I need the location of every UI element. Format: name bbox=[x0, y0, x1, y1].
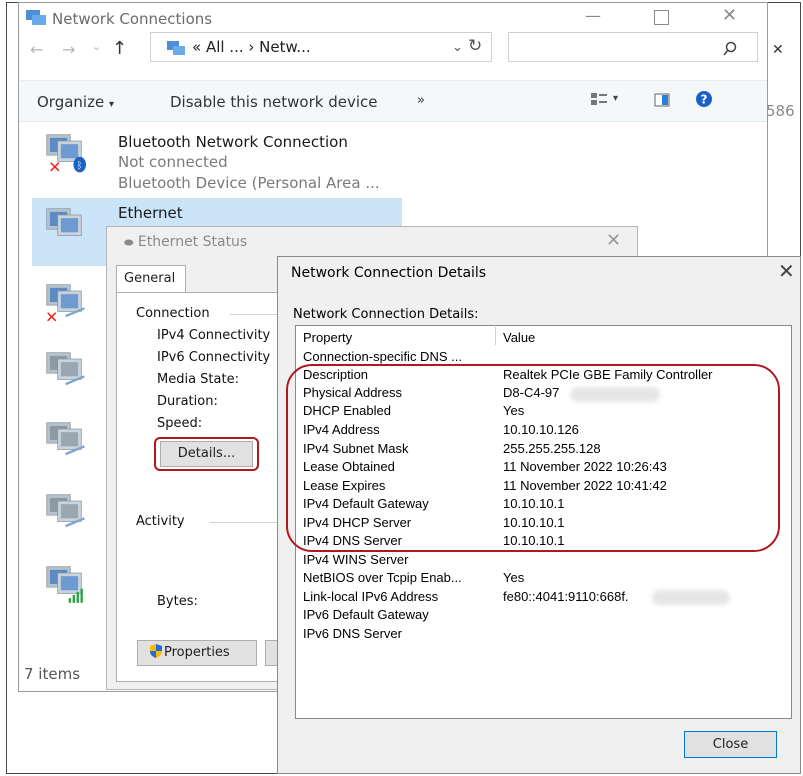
organize-menu[interactable]: Organize ▾ bbox=[37, 93, 114, 111]
column-separator[interactable] bbox=[495, 327, 496, 345]
ethernet-connection-icon[interactable] bbox=[36, 204, 92, 248]
network-small-icon: ⬬ bbox=[124, 236, 134, 249]
address-path: « All ... › Netw... bbox=[192, 38, 311, 56]
details-close-icon[interactable]: ✕ bbox=[778, 259, 795, 283]
forward-arrow-icon[interactable]: → bbox=[62, 40, 75, 59]
details-caption: Network Connection Details: bbox=[293, 307, 479, 322]
ethernet-status-close-icon[interactable]: ✕ bbox=[606, 230, 621, 251]
network-connection-icon-5[interactable] bbox=[36, 418, 92, 462]
behind-close-icon: ✕ bbox=[772, 42, 784, 58]
column-header-value[interactable]: Value bbox=[503, 330, 535, 345]
activity-divider bbox=[210, 522, 278, 523]
row-property: IPv4 WINS Server bbox=[303, 552, 409, 567]
details-button-annotation bbox=[154, 437, 259, 471]
details-dialog-title: Network Connection Details bbox=[291, 265, 487, 281]
more-commands-button[interactable]: » bbox=[417, 93, 425, 108]
connection-name-bluetooth[interactable]: Bluetooth Network Connection bbox=[118, 133, 348, 151]
recent-chevron-icon[interactable]: ⌄ bbox=[92, 40, 101, 53]
connection-section-label: Connection bbox=[136, 306, 210, 321]
media-state-label: Media State: bbox=[157, 372, 239, 387]
row-property: IPv6 Default Gateway bbox=[303, 607, 429, 622]
network-connection-icon-4[interactable] bbox=[36, 348, 92, 392]
row-property: NetBIOS over Tcpip Enab... bbox=[303, 570, 462, 585]
row-value: Yes bbox=[503, 570, 525, 585]
ipv6-connectivity-label: IPv6 Connectivity bbox=[157, 350, 271, 365]
close-window-button[interactable]: ✕ bbox=[722, 5, 737, 26]
connection-name-ethernet[interactable]: Ethernet bbox=[118, 204, 183, 222]
connection-divider bbox=[230, 314, 278, 315]
uac-shield-icon bbox=[150, 644, 162, 658]
svg-text:✕: ✕ bbox=[48, 157, 61, 174]
row-property: Connection-specific DNS ... bbox=[303, 349, 462, 364]
bytes-label: Bytes: bbox=[157, 594, 198, 609]
behind-window-text: 586 bbox=[766, 102, 795, 120]
redacted-ipv6-address bbox=[652, 590, 730, 605]
up-arrow-icon[interactable]: ↑ bbox=[112, 38, 127, 59]
maximize-button[interactable] bbox=[654, 10, 669, 25]
ipv4-details-annotation bbox=[286, 364, 780, 552]
disable-device-button[interactable]: Disable this network device bbox=[170, 93, 378, 111]
row-property: Link-local IPv6 Address bbox=[303, 589, 439, 604]
properties-button[interactable]: Properties bbox=[137, 640, 257, 666]
duration-label: Duration: bbox=[157, 394, 218, 409]
window-title: Network Connections bbox=[52, 10, 213, 28]
network-connection-icon-6[interactable] bbox=[36, 490, 92, 534]
address-dropdown-icon[interactable]: ⌄ bbox=[452, 40, 463, 55]
search-input[interactable] bbox=[508, 32, 758, 62]
search-icon bbox=[723, 41, 737, 56]
change-view-icon[interactable] bbox=[590, 92, 608, 106]
svg-text:✕: ✕ bbox=[45, 307, 58, 324]
back-arrow-icon[interactable]: ← bbox=[30, 40, 43, 59]
help-icon[interactable]: ? bbox=[695, 90, 713, 108]
row-property: IPv6 DNS Server bbox=[303, 626, 402, 641]
preview-pane-icon[interactable] bbox=[654, 93, 670, 107]
network-folder-icon bbox=[26, 10, 46, 25]
refresh-icon[interactable]: ↻ bbox=[468, 36, 482, 56]
close-button[interactable]: Close bbox=[684, 731, 777, 758]
bluetooth-connection-icon[interactable]: ✕ ᛒ bbox=[36, 130, 92, 174]
view-dropdown-icon[interactable]: ▾ bbox=[613, 93, 618, 104]
activity-section-label: Activity bbox=[136, 514, 185, 529]
connection-device-bluetooth: Bluetooth Device (Personal Area ... bbox=[118, 174, 380, 192]
ipv4-connectivity-label: IPv4 Connectivity bbox=[157, 328, 271, 343]
minimize-button[interactable]: — bbox=[585, 6, 601, 25]
speed-label: Speed: bbox=[157, 416, 203, 431]
connection-status-bluetooth: Not connected bbox=[118, 153, 228, 171]
svg-text:?: ? bbox=[701, 93, 708, 107]
svg-text:ᛒ: ᛒ bbox=[77, 161, 83, 172]
wifi-connection-icon[interactable] bbox=[36, 562, 92, 606]
tab-general[interactable]: General bbox=[116, 265, 186, 293]
row-value: fe80::4041:9110:668f. bbox=[503, 589, 629, 604]
column-header-property[interactable]: Property bbox=[303, 330, 352, 345]
address-network-icon bbox=[167, 41, 185, 55]
items-count: 7 items bbox=[24, 665, 81, 683]
ethernet-status-title: ⬬ Ethernet Status bbox=[124, 234, 248, 250]
network-connection-icon-3[interactable]: ✕ bbox=[36, 280, 92, 324]
